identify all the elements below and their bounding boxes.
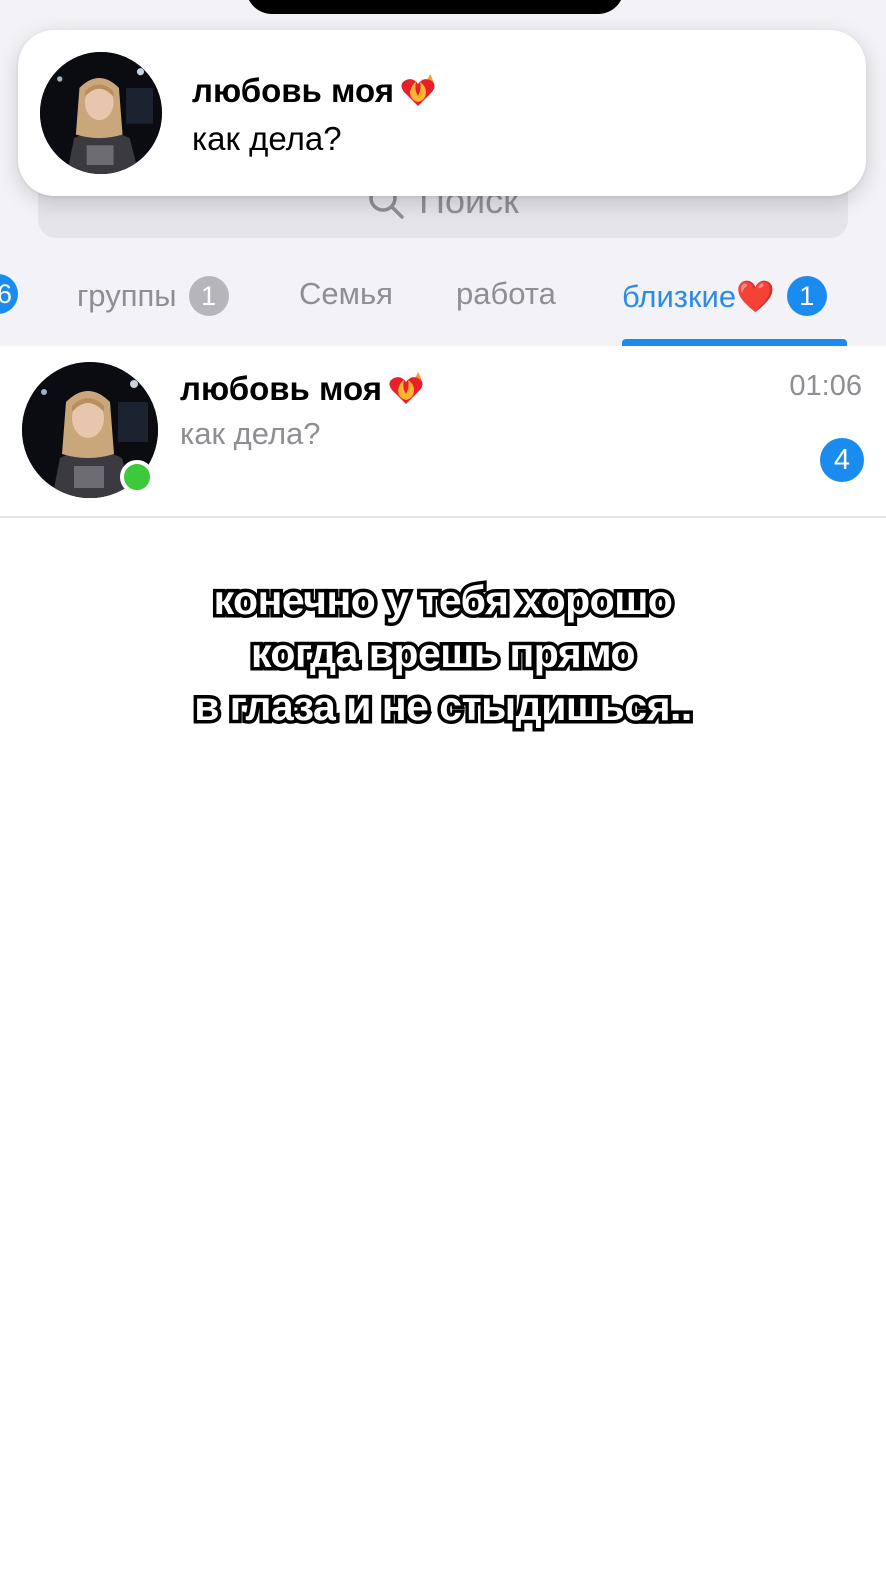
tab-family[interactable]: Семья xyxy=(299,276,393,312)
tab-label: группы xyxy=(77,278,177,313)
caption-line: когда врешь прямо xyxy=(247,627,639,680)
folder-tabs: 6 группы 1 Семья работа близкие❤️ 1 xyxy=(0,256,886,346)
heart-on-fire-icon xyxy=(398,70,438,118)
notification-avatar xyxy=(40,52,162,174)
tab-groups[interactable]: группы 1 xyxy=(77,276,229,316)
online-status-dot xyxy=(120,460,154,494)
tab-badge: 1 xyxy=(786,276,827,316)
caption-line: в глаза и не стыдишься.. xyxy=(191,680,696,733)
tab-label: близкие❤️ xyxy=(622,278,775,314)
video-caption: конечно у тебя хорошо когда врешь прямо … xyxy=(0,574,886,733)
chat-last-message: как дела? xyxy=(180,416,321,451)
chat-name: любовь моя xyxy=(180,368,426,416)
tab-work[interactable]: работа xyxy=(456,276,556,312)
tab-partial-badge[interactable]: 6 xyxy=(0,274,18,314)
message-notification-banner[interactable]: любовь моя как дела? xyxy=(18,30,866,196)
tab-close-ones[interactable]: близкие❤️ 1 xyxy=(622,276,827,316)
notification-sender: любовь моя xyxy=(192,70,438,118)
unread-count-badge: 4 xyxy=(820,438,864,482)
chat-list-item[interactable]: любовь моя как дела? 01:06 4 xyxy=(0,346,886,518)
tab-label: Семья xyxy=(299,276,393,311)
active-tab-indicator xyxy=(622,339,847,346)
heart-on-fire-icon xyxy=(386,368,426,416)
chat-timestamp: 01:06 xyxy=(789,370,862,402)
tab-label: работа xyxy=(456,276,556,311)
tab-badge: 1 xyxy=(188,276,229,316)
dynamic-island xyxy=(246,0,624,14)
notification-message: как дела? xyxy=(192,120,342,157)
caption-line: конечно у тебя хорошо xyxy=(210,574,676,627)
